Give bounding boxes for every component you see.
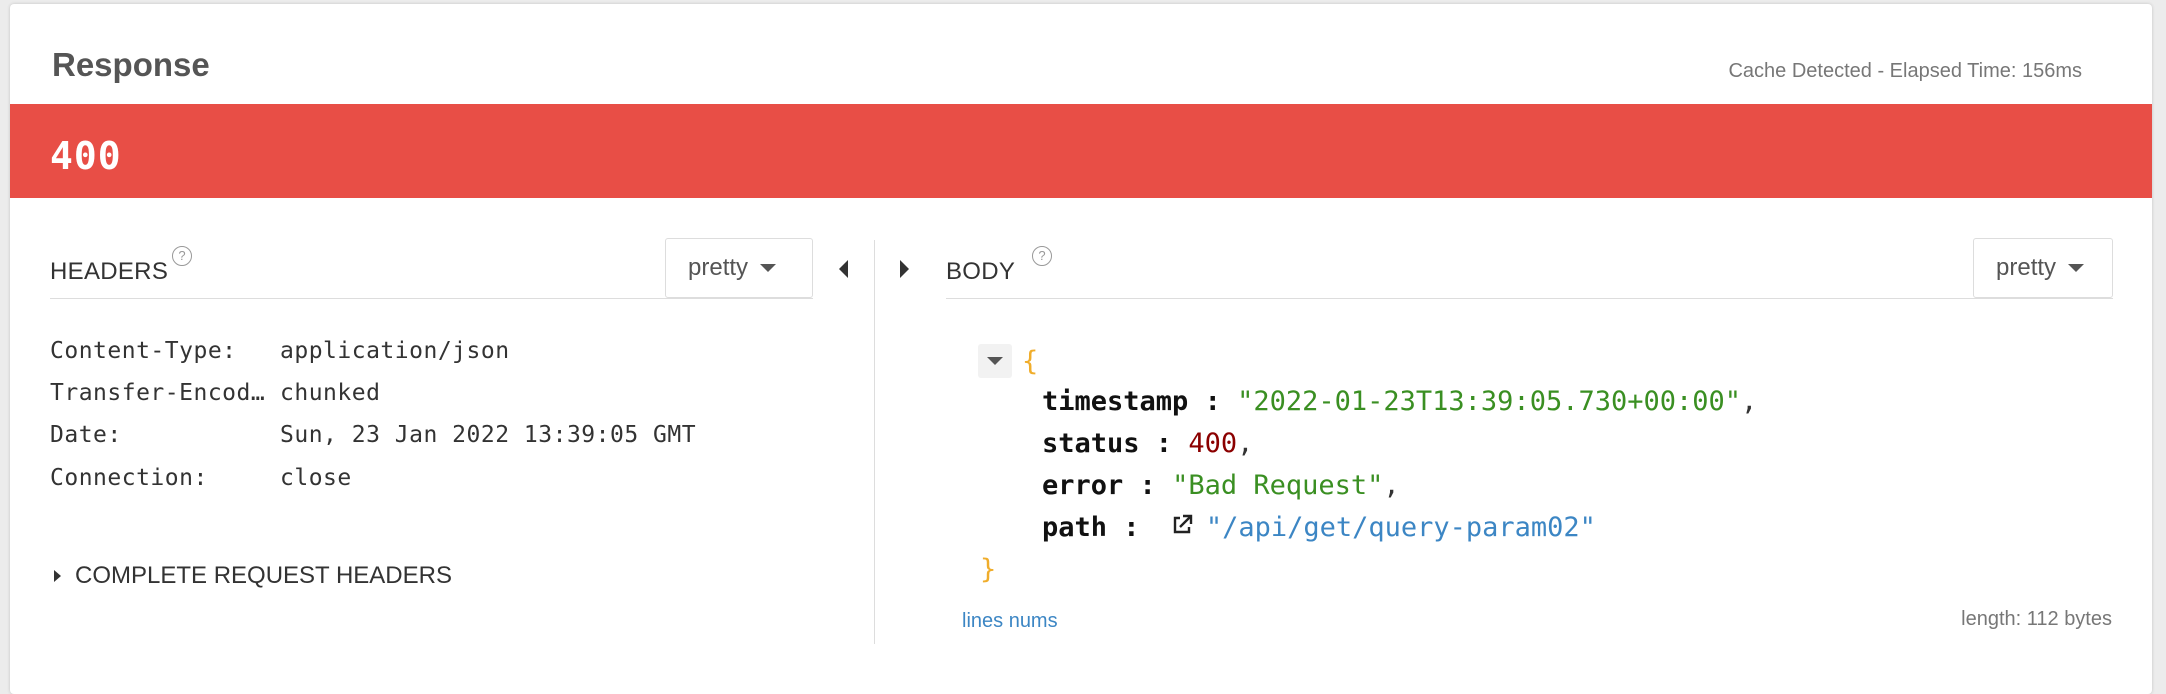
body-help-icon[interactable]: ?	[1032, 246, 1052, 266]
json-number-value: 400	[1188, 428, 1238, 459]
body-length: length: 112 bytes	[1961, 608, 2112, 630]
header-value: application/json	[280, 338, 510, 364]
json-string-value: "Bad Request"	[1172, 470, 1384, 501]
json-collapse-toggle[interactable]	[978, 344, 1012, 378]
header-value: Sun, 23 Jan 2022 13:39:05 GMT	[280, 422, 697, 448]
headers-format-dropdown[interactable]: pretty	[665, 238, 813, 298]
json-field: error : "Bad Request",	[1042, 470, 1400, 501]
header-row: Content-Type: application/json	[50, 338, 510, 364]
status-code: 400	[50, 134, 122, 178]
json-field: path : "/api/get/query-param02"	[1042, 512, 1596, 544]
header-row: Connection: close	[50, 465, 352, 491]
header-value: close	[280, 465, 352, 491]
header-row: Transfer-Encod… chunked	[50, 380, 380, 406]
json-open-brace: {	[1022, 346, 1039, 377]
headers-help-icon[interactable]: ?	[172, 246, 192, 266]
json-comma: ,	[1383, 470, 1400, 501]
header-key: Content-Type:	[50, 338, 237, 364]
caret-right-icon	[54, 570, 61, 582]
collapse-left-icon[interactable]	[839, 260, 848, 278]
header-key: Transfer-Encod…	[50, 380, 266, 406]
json-string-value: "2022-01-23T13:39:05.730+00:00"	[1237, 386, 1742, 417]
json-key: status	[1042, 428, 1140, 459]
json-comma: ,	[1237, 428, 1254, 459]
collapse-right-icon[interactable]	[900, 260, 909, 278]
json-key: timestamp	[1042, 386, 1189, 417]
body-format-label: pretty	[1996, 254, 2057, 281]
complete-request-headers-label: COMPLETE REQUEST HEADERS	[75, 562, 452, 589]
status-bar: 400	[10, 104, 2152, 198]
headers-label: HEADERS	[50, 258, 169, 285]
body-label: BODY	[946, 258, 1016, 285]
header-value: chunked	[280, 380, 381, 406]
external-link-icon[interactable]	[1170, 513, 1194, 544]
complete-request-headers-toggle[interactable]: COMPLETE REQUEST HEADERS	[54, 562, 452, 590]
json-field: status : 400,	[1042, 428, 1253, 459]
panel-title: Response	[52, 46, 210, 83]
json-link-value[interactable]: "/api/get/query-param02"	[1206, 512, 1596, 543]
json-close-brace: }	[980, 554, 997, 585]
json-key: path	[1042, 512, 1108, 543]
triangle-down-icon	[987, 357, 1003, 365]
json-separator: :	[1107, 512, 1156, 543]
headers-format-label: pretty	[688, 254, 749, 281]
elapsed-time-meta: Cache Detected - Elapsed Time: 156ms	[1728, 60, 2082, 82]
response-panel: Response Cache Detected - Elapsed Time: …	[10, 4, 2152, 694]
chevron-down-icon	[2068, 264, 2085, 272]
body-format-dropdown[interactable]: pretty	[1973, 238, 2113, 298]
header-key: Connection:	[50, 465, 208, 491]
json-field: timestamp : "2022-01-23T13:39:05.730+00:…	[1042, 386, 1757, 417]
pane-divider[interactable]	[874, 240, 875, 644]
lines-nums-link[interactable]: lines nums	[962, 610, 1058, 633]
json-separator: :	[1139, 428, 1189, 459]
chevron-down-icon	[760, 264, 777, 272]
json-key: error	[1042, 470, 1124, 501]
body-divider	[946, 298, 2113, 299]
header-key: Date:	[50, 422, 122, 448]
json-separator: :	[1123, 470, 1173, 501]
header-row: Date: Sun, 23 Jan 2022 13:39:05 GMT	[50, 422, 696, 448]
json-comma: ,	[1741, 386, 1758, 417]
json-separator: :	[1188, 386, 1238, 417]
headers-divider	[50, 298, 813, 299]
